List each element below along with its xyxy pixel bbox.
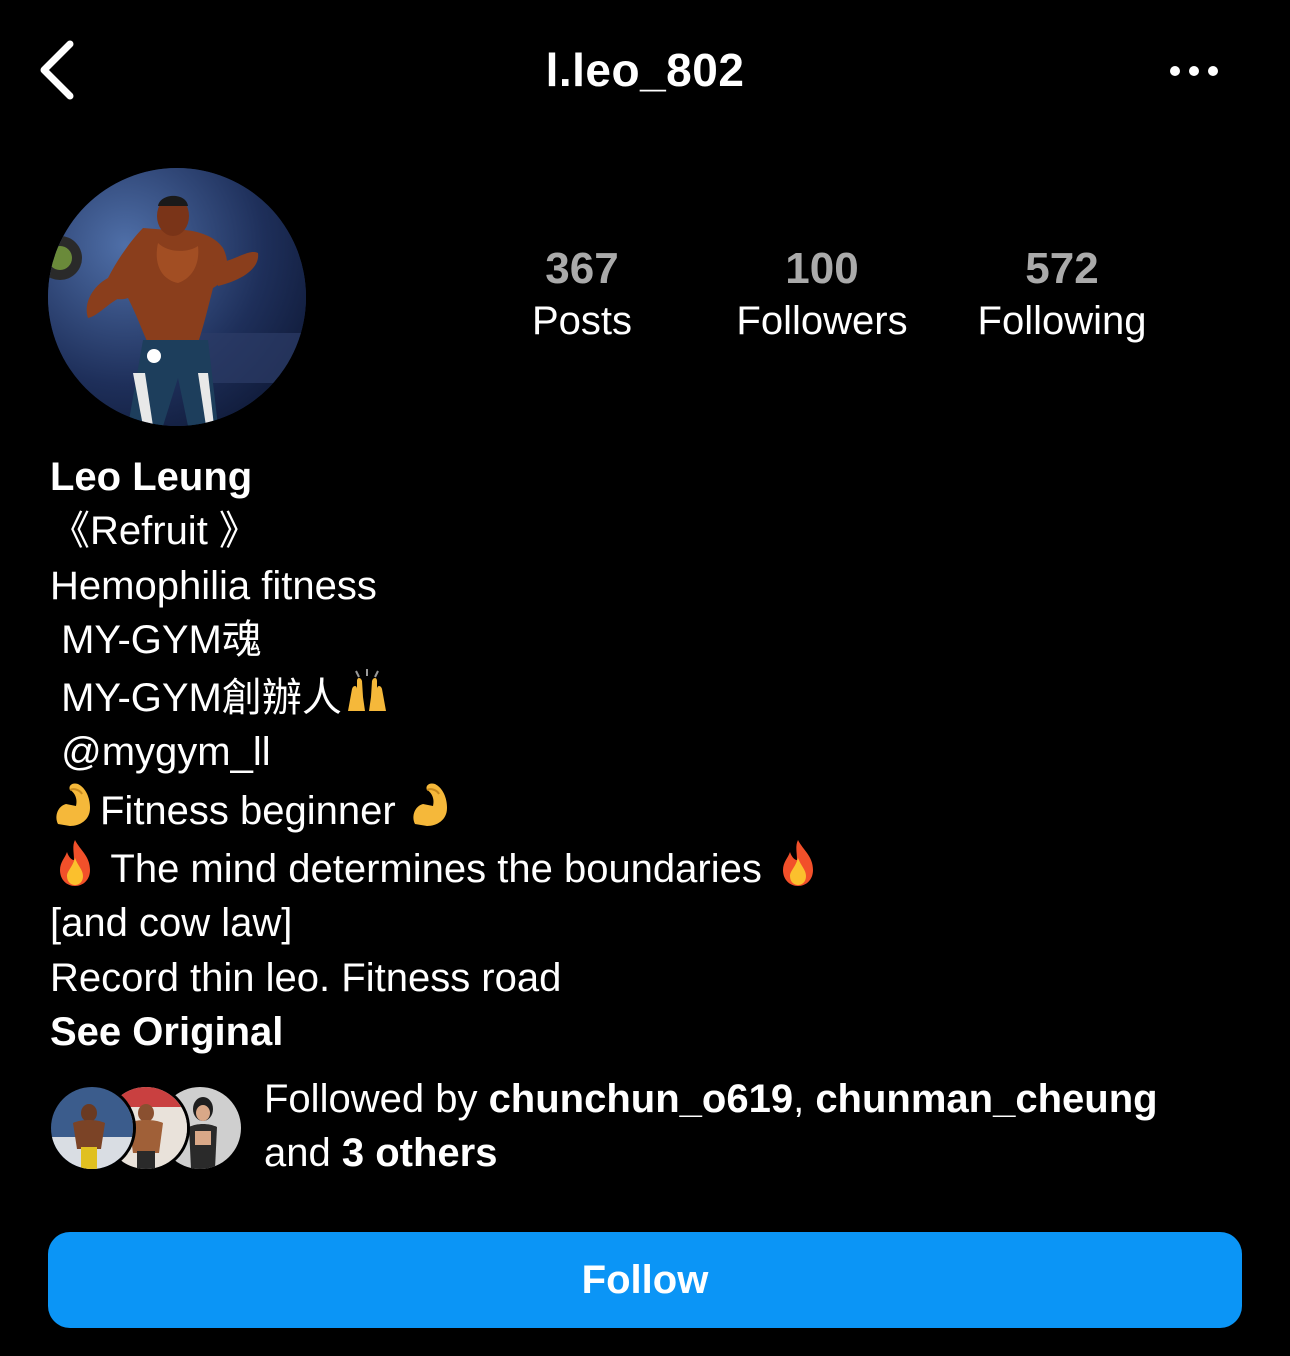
- followers-stat[interactable]: 100 Followers: [712, 240, 932, 346]
- bio-text: Fitness beginner: [100, 788, 407, 833]
- bio-line-fitness: Fitness beginner: [50, 780, 1240, 838]
- avatar-image: [48, 168, 306, 426]
- display-name: Leo Leung: [50, 455, 253, 499]
- followers-label: Followers: [736, 299, 908, 343]
- followed-by-prefix: Followed by: [264, 1077, 489, 1121]
- flexed-biceps-icon: [407, 780, 457, 830]
- following-count: 572: [1025, 244, 1099, 293]
- bio-line: MY-GYM魂: [50, 617, 262, 662]
- posts-count: 367: [545, 244, 619, 293]
- bio-mention-link[interactable]: @mygym_ll: [50, 725, 1240, 779]
- followed-by-text: Followed by chunchun_o619, chunman_cheun…: [264, 1072, 1254, 1180]
- profile-avatar[interactable]: [48, 168, 306, 426]
- follow-button[interactable]: Follow: [48, 1232, 1242, 1328]
- bio-text: MY-GYM創辦人: [50, 676, 342, 721]
- separator-text: ,: [793, 1077, 816, 1121]
- fire-icon: [773, 838, 823, 888]
- more-options-button[interactable]: [1164, 54, 1228, 88]
- posts-stat[interactable]: 367 Posts: [502, 240, 662, 346]
- flexed-biceps-icon: [50, 780, 100, 830]
- profile-bio: Leo Leung 《Refruit 》 Hemophilia fitness …: [50, 450, 1240, 1059]
- profile-screen: l.leo_802 367 Posts 100 Followers 572 Fo…: [0, 0, 1290, 1356]
- see-original-button[interactable]: See Original: [50, 1005, 1240, 1059]
- mutual-follower-link[interactable]: chunman_cheung: [815, 1077, 1157, 1121]
- bio-line-mind: The mind determines the boundaries: [50, 838, 1240, 896]
- bio-line: [and cow law]: [50, 901, 293, 946]
- bio-line: 《Refruit 》: [50, 509, 259, 554]
- mutual-followers-avatars[interactable]: [48, 1084, 244, 1172]
- posts-label: Posts: [531, 299, 633, 343]
- profile-username: l.leo_802: [545, 44, 745, 96]
- bio-text: The mind determines the boundaries: [100, 847, 773, 892]
- bio-line-founder: MY-GYM創辦人: [50, 667, 1240, 725]
- following-stat[interactable]: 572 Following: [952, 240, 1172, 346]
- and-text: and: [264, 1131, 342, 1175]
- bio-line: Hemophilia fitness: [50, 563, 377, 608]
- raising-hands-icon: [342, 667, 392, 717]
- bio-line: Record thin leo. Fitness road: [50, 955, 562, 1000]
- followers-count: 100: [785, 244, 859, 293]
- fire-icon: [50, 838, 100, 888]
- others-link[interactable]: 3 others: [342, 1131, 498, 1175]
- mutual-avatar: [48, 1084, 136, 1172]
- mutual-follower-link[interactable]: chunchun_o619: [489, 1077, 794, 1121]
- following-label: Following: [977, 299, 1147, 343]
- more-horizontal-icon: [1170, 66, 1218, 76]
- top-bar: l.leo_802: [0, 0, 1290, 140]
